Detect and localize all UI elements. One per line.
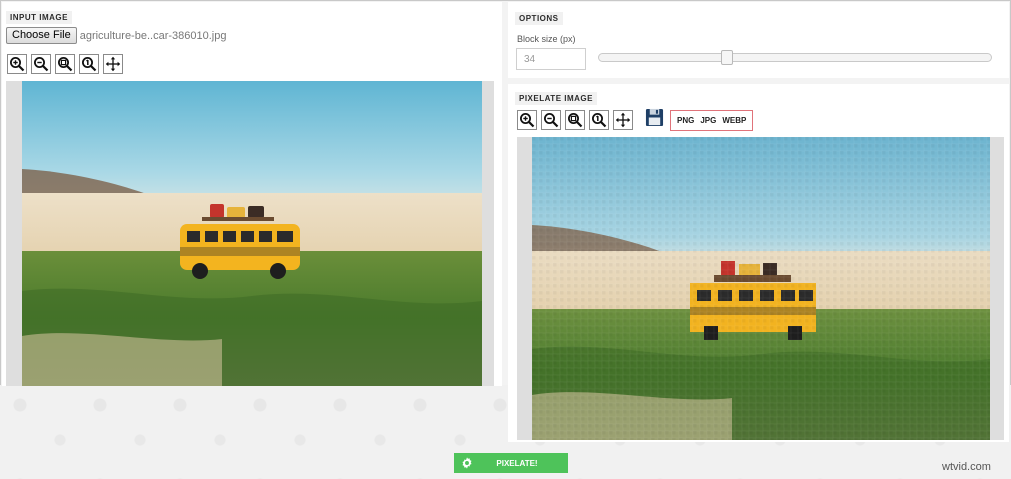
options-panel: OPTIONS Block size (px) [508, 2, 1009, 78]
file-picker: Choose File agriculture-be..car-386010.j… [6, 27, 226, 44]
zoom-fit-icon [567, 112, 583, 128]
zoom-actual-icon [591, 112, 607, 128]
zoom-actual-button[interactable] [79, 54, 99, 74]
zoom-in-button[interactable] [517, 110, 537, 130]
pixelate-button-label: PIXELATE! [496, 458, 538, 468]
input-image-panel: INPUT IMAGE Choose File agriculture-be..… [2, 2, 502, 386]
block-size-input[interactable] [516, 48, 586, 70]
zoom-out-button[interactable] [541, 110, 561, 130]
input-image-canvas[interactable] [6, 81, 494, 386]
pixelated-photo [532, 137, 990, 440]
choose-file-button[interactable]: Choose File [6, 27, 77, 44]
zoom-fit-button[interactable] [55, 54, 75, 74]
format-selector: PNG JPG WEBP [670, 109, 754, 131]
format-png[interactable]: PNG [677, 116, 694, 125]
gear-icon [454, 457, 480, 469]
zoom-in-button[interactable] [7, 54, 27, 74]
zoom-out-icon [33, 56, 49, 72]
pixelate-button[interactable]: PIXELATE! [454, 453, 568, 473]
zoom-out-button[interactable] [31, 54, 51, 74]
watermark: wtvid.com [942, 461, 991, 473]
pixelated-image-canvas[interactable] [517, 137, 1004, 440]
selected-file-name: agriculture-be..car-386010.jpg [79, 29, 227, 42]
pixelate-toolbar: PNG JPG WEBP [517, 108, 754, 132]
input-photo [22, 81, 482, 386]
pixelate-image-panel: PIXELATE IMAGE PNG JPG WEBP [508, 84, 1009, 442]
options-title: OPTIONS [515, 12, 563, 25]
zoom-actual-icon [81, 56, 97, 72]
zoom-in-icon [519, 112, 535, 128]
move-icon [105, 56, 121, 72]
input-image-title: INPUT IMAGE [6, 11, 72, 24]
format-webp[interactable]: WEBP [722, 116, 746, 125]
block-size-slider[interactable] [598, 50, 992, 65]
pixelate-image-title: PIXELATE IMAGE [515, 92, 597, 105]
save-button[interactable] [643, 108, 665, 132]
format-jpg[interactable]: JPG [700, 116, 716, 125]
zoom-fit-button[interactable] [565, 110, 585, 130]
block-size-label: Block size (px) [517, 34, 576, 44]
floppy-disk-icon [645, 108, 664, 132]
move-button[interactable] [103, 54, 123, 74]
block-size-slider-handle[interactable] [721, 50, 733, 65]
zoom-in-icon [9, 56, 25, 72]
zoom-fit-icon [57, 56, 73, 72]
zoom-out-icon [543, 112, 559, 128]
zoom-actual-button[interactable] [589, 110, 609, 130]
move-button[interactable] [613, 110, 633, 130]
move-icon [615, 112, 631, 128]
input-toolbar [7, 54, 127, 74]
